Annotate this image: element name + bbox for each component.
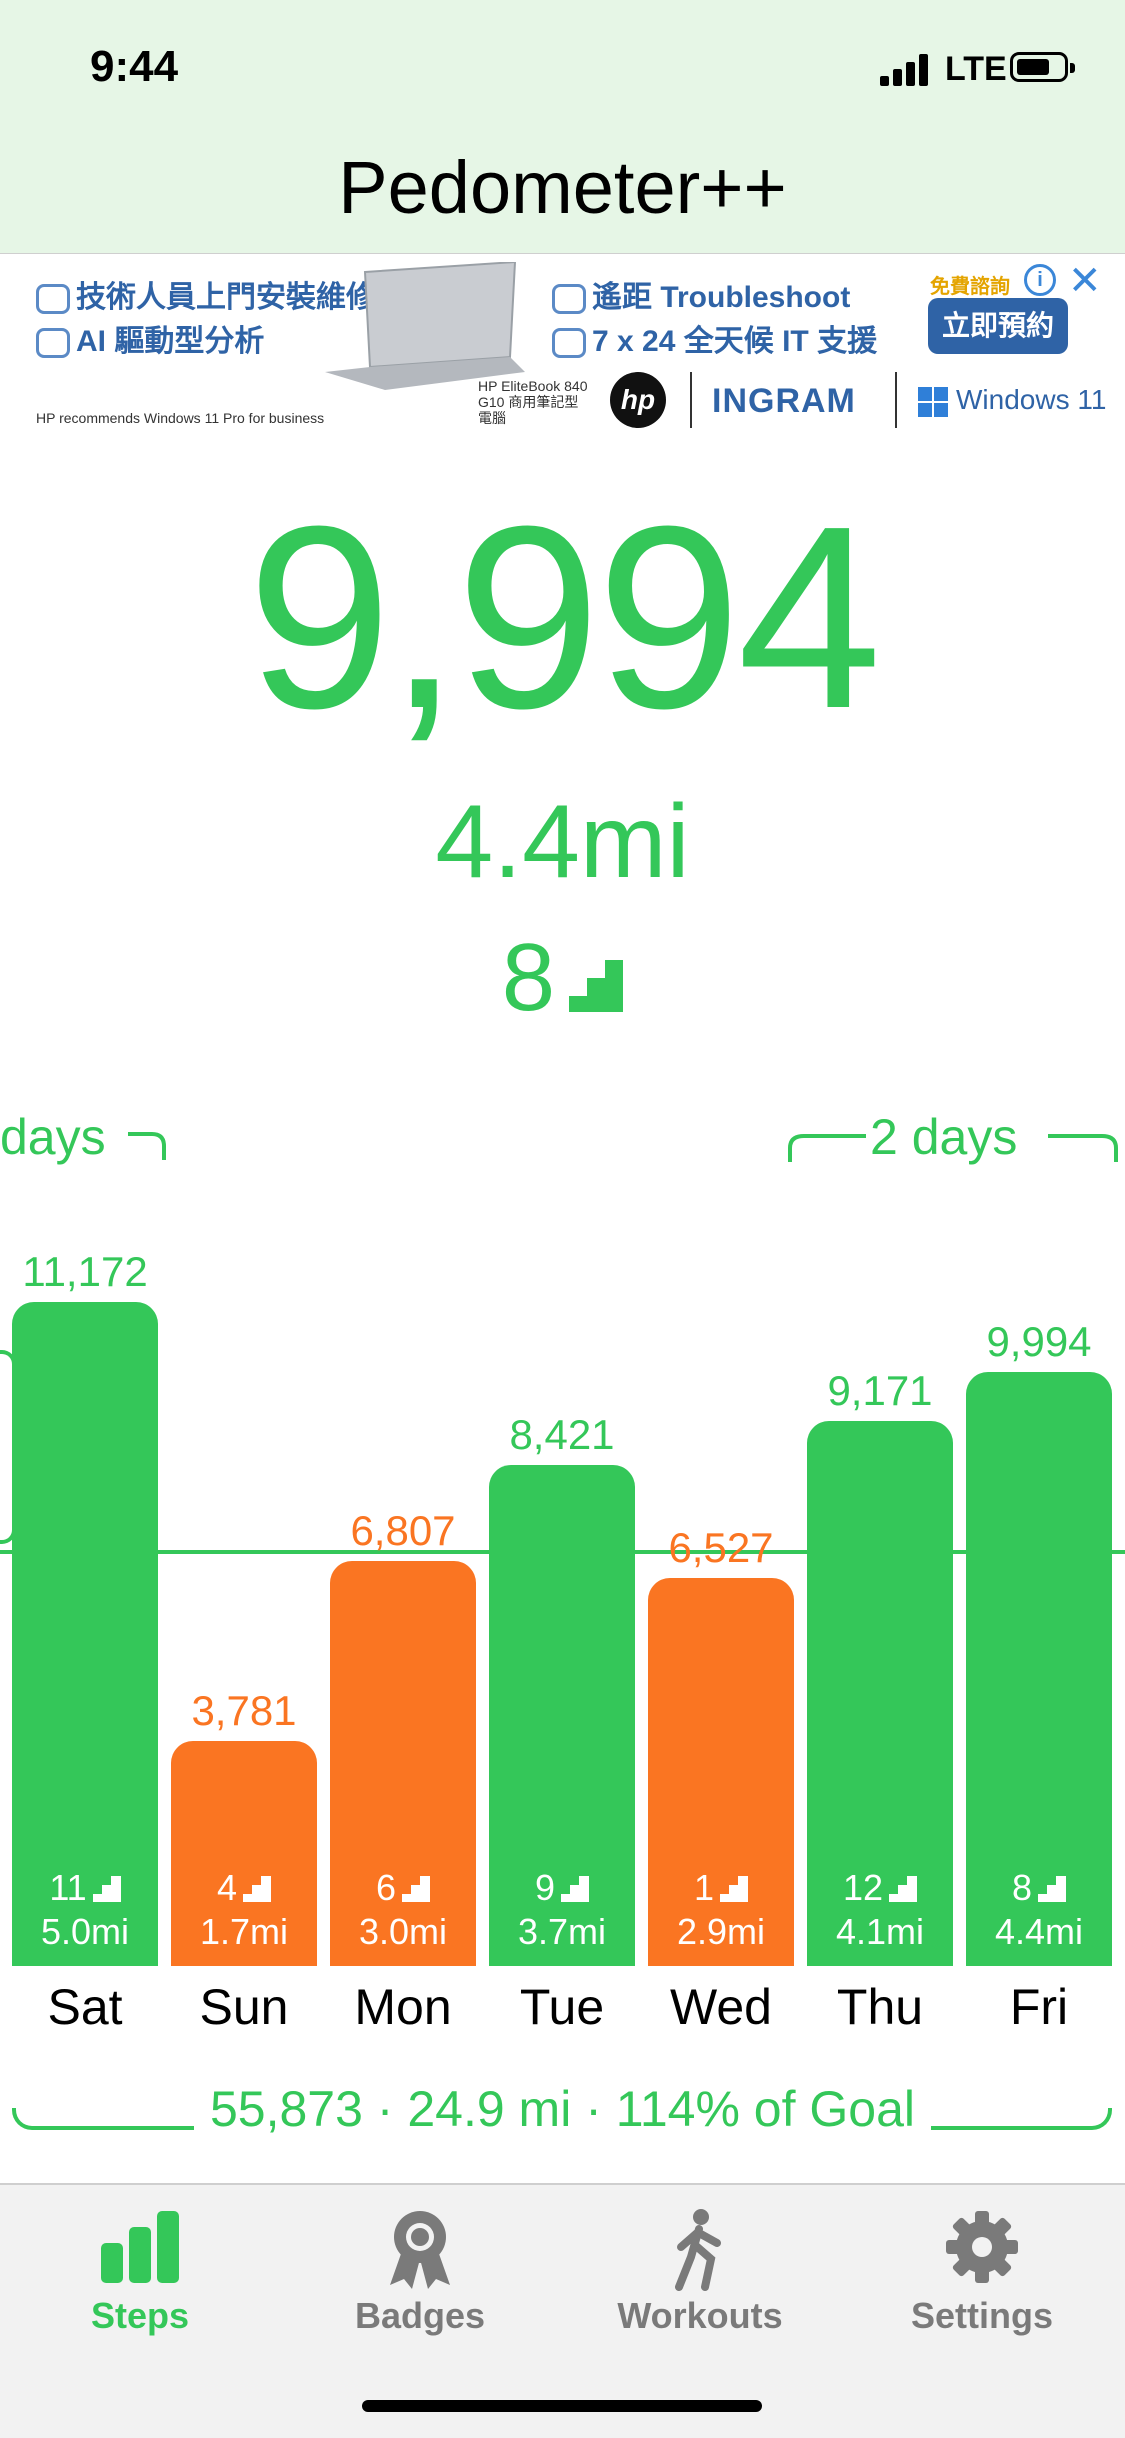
- tab-settings[interactable]: Settings: [842, 2207, 1122, 2337]
- tab-workouts[interactable]: Workouts: [560, 2207, 840, 2337]
- ad-free-tag: 免費諮詢: [930, 276, 1010, 298]
- floors-label: 11: [10, 1866, 160, 1910]
- ad-divider: [895, 372, 897, 428]
- day-label-fri: Fri: [1009, 1979, 1069, 2035]
- today-distance: 4.4mi: [435, 784, 690, 900]
- windows-logo: Windows 11: [918, 384, 1106, 417]
- day-label-tue: Tue: [519, 1979, 605, 2035]
- stairs-icon: [569, 959, 624, 1012]
- bar-detail-sat: 11 5.0mi: [10, 1866, 160, 1954]
- ad-line-2: AI 驅動型分析: [36, 316, 264, 360]
- laptop-image: [325, 262, 525, 390]
- tab-badges[interactable]: Badges: [280, 2207, 560, 2337]
- cloud-icon: [552, 284, 586, 315]
- today-floors: 8: [0, 930, 1125, 1026]
- home-indicator: [362, 2400, 762, 2412]
- headset-icon: [552, 328, 586, 359]
- ad-info-icon[interactable]: i: [1024, 264, 1056, 296]
- bar-detail-tue: 9 3.7mi: [487, 1866, 637, 1954]
- brain-icon: [36, 328, 70, 359]
- distance-label: 2.9mi: [676, 1911, 766, 1952]
- bar-detail-thu: 12 4.1mi: [805, 1866, 955, 1954]
- day-label-wed: Wed: [670, 1979, 772, 2035]
- ad-footnote: HP recommends Windows 11 Pro for busines…: [36, 410, 325, 426]
- value-label-sat: 11,172: [22, 1247, 148, 1295]
- distance-label: 3.7mi: [517, 1911, 607, 1952]
- floors-label: 4: [169, 1866, 319, 1910]
- ad-close-icon[interactable]: ✕: [1068, 258, 1102, 304]
- tab-badges-label: Badges: [354, 2295, 486, 2336]
- floors-label: 6: [328, 1866, 478, 1910]
- bars-icon: [101, 2211, 179, 2283]
- walker-icon: [675, 2209, 721, 2291]
- ad-banner[interactable]: 技術人員上門安裝維修 AI 驅動型分析 HP EliteBook 840 G10…: [0, 254, 1125, 442]
- distance-label: 4.1mi: [835, 1911, 925, 1952]
- value-label-wed: 6,527: [668, 1523, 774, 1571]
- tab-steps[interactable]: Steps: [0, 2207, 280, 2337]
- tab-steps-label: Steps: [90, 2295, 190, 2336]
- floors-label: 1: [646, 1866, 796, 1910]
- streak-left-bracket: [128, 1132, 166, 1160]
- bar-detail-fri: 8 4.4mi: [964, 1866, 1114, 1954]
- ad-line-4: 7 x 24 全天候 IT 支援: [552, 316, 877, 360]
- value-label-sun: 3,781: [191, 1687, 297, 1735]
- bar-detail-wed: 1 2.9mi: [646, 1866, 796, 1954]
- tab-workouts-label: Workouts: [617, 2295, 783, 2336]
- value-label-tue: 8,421: [509, 1411, 615, 1459]
- ad-divider: [690, 372, 692, 428]
- distance-label: 5.0mi: [40, 1911, 130, 1952]
- ad-model: HP EliteBook 840 G10 商用筆記型電腦: [478, 378, 588, 426]
- streak-left-label: days: [0, 1109, 106, 1165]
- badge-icon: [390, 2211, 450, 2289]
- streak-right-label: 2 days: [870, 1109, 1018, 1165]
- week-summary-text: 55,873 · 24.9 mi · 114% of Goal: [193, 2080, 932, 2138]
- status-time: 9:44: [90, 42, 179, 91]
- floors-label: 12: [805, 1866, 955, 1910]
- value-label-mon: 6,807: [350, 1507, 456, 1555]
- day-label-sun: Sun: [199, 1979, 289, 2035]
- distance-label: 3.0mi: [358, 1911, 448, 1952]
- battery-icon: [1010, 52, 1075, 82]
- streak-left: days: [0, 1108, 106, 1166]
- streak-right: 2 days: [870, 1108, 1017, 1166]
- app-title: Pedometer++: [338, 146, 787, 229]
- bar-detail-sun: 4 1.7mi: [169, 1866, 319, 1954]
- ad-cta-button[interactable]: 立即預約: [928, 298, 1068, 354]
- house-icon: [36, 284, 70, 315]
- network-label: LTE: [945, 50, 1007, 88]
- distance-label: 1.7mi: [199, 1911, 289, 1952]
- ad-line-3: 遙距 Troubleshoot: [552, 272, 850, 316]
- windows-icon: [918, 386, 948, 417]
- day-label-mon: Mon: [354, 1979, 452, 2035]
- day-label-thu: Thu: [836, 1979, 924, 2035]
- day-label-sat: Sat: [47, 1979, 123, 2035]
- value-label-fri: 9,994: [986, 1317, 1092, 1365]
- hp-logo: hp: [610, 372, 666, 428]
- distance-label: 4.4mi: [994, 1911, 1084, 1952]
- week-summary: 55,873 · 24.9 mi · 114% of Goal: [0, 2080, 1125, 2138]
- floors-label: 9: [487, 1866, 637, 1910]
- floors-label: 8: [964, 1866, 1114, 1910]
- nav-bar: Pedometer++: [0, 135, 1125, 255]
- today-steps: 9,994: [247, 473, 882, 763]
- ingram-logo: INGRAM: [712, 382, 856, 420]
- tab-settings-label: Settings: [910, 2295, 1053, 2336]
- value-label-thu: 9,171: [827, 1366, 933, 1414]
- bar-detail-mon: 6 3.0mi: [328, 1866, 478, 1954]
- signal-icon: [880, 52, 932, 86]
- gear-icon: [946, 2211, 1018, 2283]
- status-bar: 9:44 LTE: [0, 0, 1125, 135]
- today-floors-value: 8: [501, 924, 556, 1031]
